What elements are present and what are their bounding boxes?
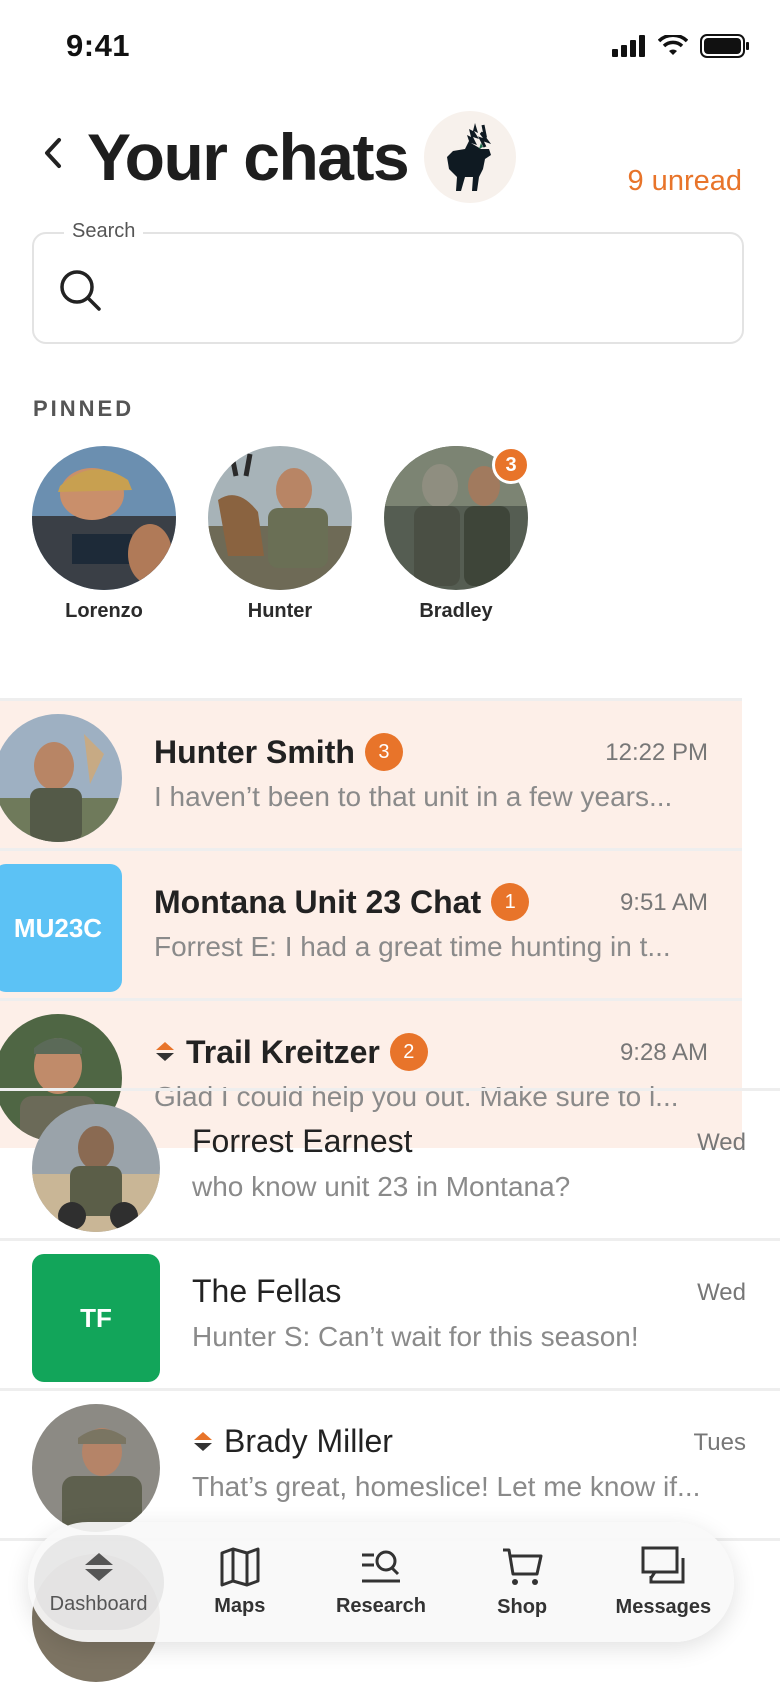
chat-time: 9:28 AM (619, 1039, 708, 1066)
map-icon (220, 1547, 260, 1586)
chat-preview: Forrest E: I had a great time hunting in… (154, 931, 671, 962)
chat-preview: who know unit 23 in Montana? (192, 1171, 571, 1202)
chat-row[interactable]: Hunter Smith 3 12:22 PM I haven’t been t… (0, 698, 742, 848)
elk-logo (424, 111, 516, 203)
pinned-name: Hunter (247, 600, 313, 622)
chevron-left-icon (45, 138, 61, 168)
chat-preview: Hunter S: Can’t wait for this season! (192, 1321, 639, 1352)
chat-name-text: Forrest Earnest (192, 1123, 413, 1159)
status-bar: 9:41 (0, 0, 780, 90)
pinned-name: Lorenzo (65, 600, 143, 622)
wifi-icon (658, 35, 688, 55)
status-time: 9:41 (66, 28, 131, 63)
chat-name: Trail Kreitzer 2 (154, 1033, 428, 1071)
chat-time: Wed (697, 1279, 746, 1306)
partner-icon (194, 1431, 212, 1451)
pinned-item[interactable]: 3 Bradley (384, 446, 530, 623)
chat-row[interactable]: TF The Fellas Wed Hunter S: Can’t wait f… (0, 1238, 780, 1388)
tab-research[interactable]: Research (316, 1547, 446, 1618)
chat-row[interactable]: Brady Miller Tues That’s great, homeslic… (0, 1388, 780, 1538)
chat-row[interactable]: MU23C Montana Unit 23 Chat 1 9:51 AM For… (0, 848, 742, 998)
avatar (32, 1104, 160, 1232)
page-title: Your chats (87, 120, 410, 194)
header: Your chats 9 unread (0, 105, 780, 215)
pinned-name: Bradley (419, 600, 493, 622)
chat-time: Tues (693, 1429, 746, 1456)
chat-preview: That’s great, homeslice! Let me know if.… (192, 1471, 701, 1502)
pinned-item[interactable]: Hunter (208, 446, 352, 623)
unread-badge: 2 (389, 1033, 428, 1071)
group-avatar: MU23C (0, 864, 122, 992)
tab-label: Dashboard (49, 1592, 148, 1615)
tab-label: Research (335, 1594, 426, 1617)
pinned-list: Lorenzo Hunter 3 Bradley (32, 446, 530, 623)
chat-preview: I haven’t been to that unit in a few yea… (154, 781, 673, 812)
search-icon (60, 270, 101, 311)
pinned-label: PINNED (33, 396, 135, 421)
chat-name: Hunter Smith 3 (154, 733, 403, 771)
search-input[interactable] (124, 258, 724, 318)
tab-dashboard[interactable]: Dashboard (33, 1534, 164, 1630)
tab-label: Maps (214, 1594, 266, 1617)
elk-icon (447, 123, 492, 191)
unread-badge: 3 (492, 446, 530, 484)
tab-label: Shop (497, 1595, 548, 1618)
unread-badge: 1 (491, 883, 530, 921)
group-avatar: TF (32, 1254, 160, 1382)
tab-messages[interactable]: Messages (598, 1546, 728, 1619)
unread-badge: 3 (364, 733, 403, 771)
messages-icon (641, 1546, 685, 1583)
chat-name-text: Montana Unit 23 Chat (154, 883, 482, 920)
chat-name-text: Brady Miller (224, 1423, 393, 1459)
avatar (32, 446, 176, 590)
unread-count: 9 unread (627, 165, 743, 197)
chat-time: 9:51 AM (619, 889, 708, 916)
tab-bar: Dashboard Maps Research Shop Messages (28, 1522, 734, 1642)
chat-name: Forrest Earnest (192, 1123, 413, 1160)
partner-icon (156, 1042, 174, 1061)
chat-name: The Fellas (192, 1273, 341, 1310)
chat-name-text: Hunter Smith (154, 733, 355, 770)
tab-label: Messages (615, 1595, 712, 1618)
avatar (32, 1404, 160, 1532)
search-box[interactable]: Search (32, 220, 744, 344)
chat-name: Montana Unit 23 Chat 1 (154, 883, 530, 921)
avatar (208, 446, 352, 590)
chat-row[interactable]: Forrest Earnest Wed who know unit 23 in … (0, 1088, 780, 1238)
battery-icon (700, 34, 749, 58)
avatar (0, 714, 122, 842)
tab-maps[interactable]: Maps (175, 1547, 305, 1618)
research-icon (361, 1550, 400, 1582)
pinned-item[interactable]: Lorenzo (32, 446, 176, 623)
chat-name: Brady Miller (192, 1423, 393, 1460)
tab-shop[interactable]: Shop (457, 1546, 587, 1619)
dashboard-icon (84, 1552, 113, 1581)
chat-name-text: Trail Kreitzer (186, 1033, 380, 1070)
chat-time: Wed (697, 1129, 746, 1156)
chat-name-text: The Fellas (192, 1273, 342, 1309)
signal-icon (612, 35, 645, 57)
cart-icon (503, 1548, 543, 1585)
status-icons (612, 34, 750, 58)
back-button[interactable] (38, 133, 68, 173)
chat-time: 12:22 PM (605, 739, 708, 766)
search-label: Search (64, 220, 144, 243)
